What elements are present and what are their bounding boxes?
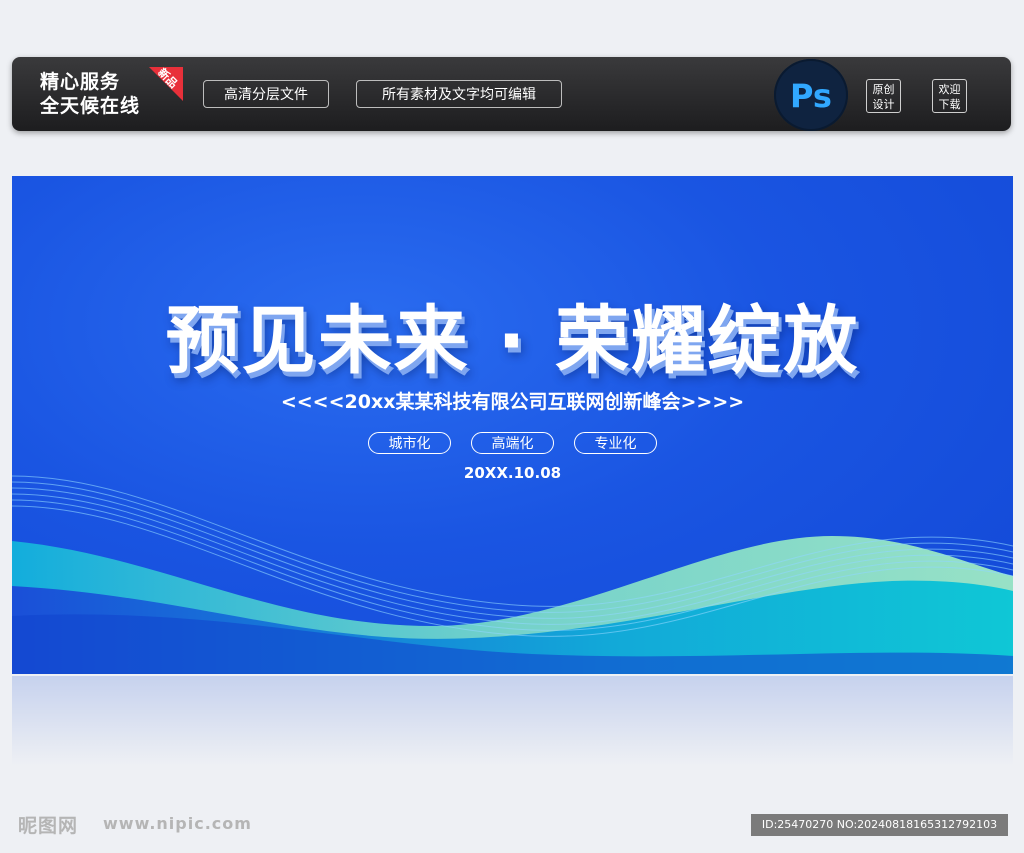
original-line-2: 设计 bbox=[872, 98, 895, 111]
service-line-1: 精心服务 bbox=[40, 71, 121, 93]
original-line-1: 原创 bbox=[872, 83, 895, 96]
editable-tag: 所有素材及文字均可编辑 bbox=[356, 80, 562, 108]
download-line-2: 下载 bbox=[938, 98, 961, 111]
pill-high-end: 高端化 bbox=[471, 432, 554, 454]
image-id-label: ID:25470270 NO:20240818165312792103 bbox=[751, 814, 1008, 836]
pill-urbanization: 城市化 bbox=[368, 432, 451, 454]
banner-image: 预见未来 · 荣耀绽放 <<<<20xx某某科技有限公司互联网创新峰会>>>> … bbox=[12, 176, 1013, 674]
new-badge-label: 新品 bbox=[155, 65, 181, 91]
download-line-1: 欢迎 bbox=[938, 83, 961, 96]
service-slogan: 精心服务 全天候在线 bbox=[40, 70, 140, 118]
service-line-2: 全天候在线 bbox=[40, 95, 141, 117]
new-badge: 新品 bbox=[149, 67, 183, 101]
pill-professional: 专业化 bbox=[574, 432, 657, 454]
banner-subtitle: <<<<20xx某某科技有限公司互联网创新峰会>>>> bbox=[280, 391, 745, 413]
download-badge[interactable]: 欢迎 下载 bbox=[932, 79, 967, 113]
site-url[interactable]: www.nipic.com bbox=[103, 814, 252, 833]
site-logo[interactable]: 昵图网 bbox=[18, 811, 78, 838]
photoshop-icon: Ps bbox=[774, 59, 848, 131]
original-design-badge: 原创 设计 bbox=[866, 79, 901, 113]
event-date: 20XX.10.08 bbox=[463, 464, 562, 482]
wave-decoration bbox=[12, 475, 1013, 674]
layered-file-tag: 高清分层文件 bbox=[203, 80, 329, 108]
banner-title: 预见未来 · 荣耀绽放 bbox=[165, 298, 860, 384]
banner-reflection bbox=[12, 676, 1013, 766]
ps-label: Ps bbox=[790, 77, 832, 115]
top-toolbar: 精心服务 全天候在线 新品 高清分层文件 所有素材及文字均可编辑 Ps 原创 设… bbox=[12, 57, 1011, 131]
